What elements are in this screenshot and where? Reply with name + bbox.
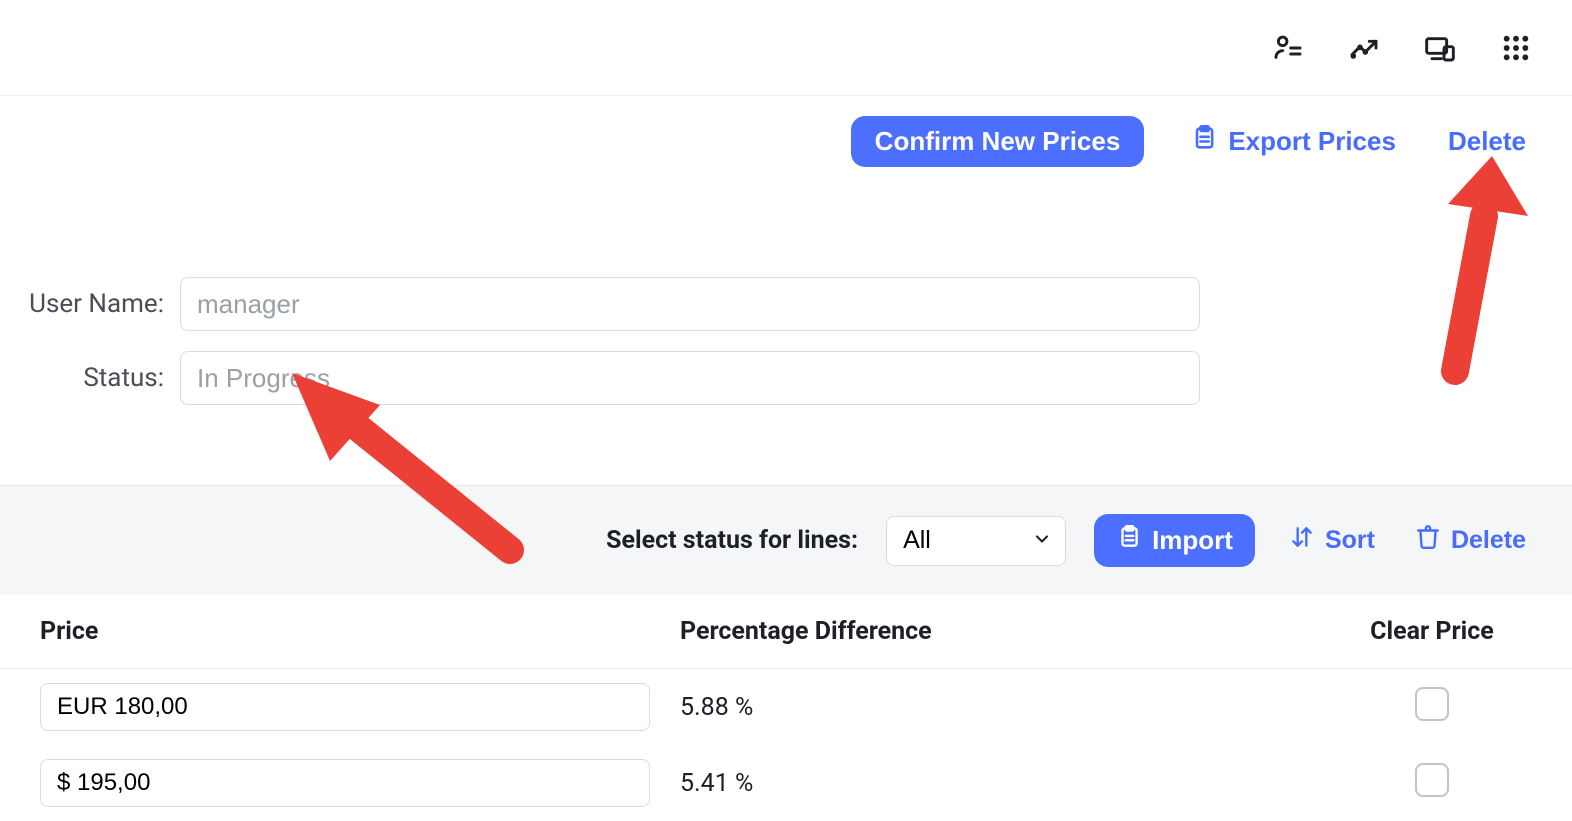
import-button[interactable]: Import (1094, 514, 1255, 567)
-bar: Confirm New Prices Export Prices Delete (0, 96, 1572, 167)
table-header: Price Percentage Difference Clear Price (0, 595, 1572, 669)
column-header-price: Price (40, 617, 680, 646)
delete-label: Delete (1448, 126, 1526, 157)
apps-grid-icon[interactable] (1500, 32, 1532, 64)
status-row: Status: (0, 351, 1532, 405)
clear-price-checkbox[interactable] (1415, 763, 1449, 797)
sort-button[interactable]: Sort (1283, 523, 1381, 558)
status-label: Status: (0, 363, 180, 393)
export-prices-label: Export Prices (1228, 126, 1396, 157)
confirm-new-prices-button[interactable]: Confirm New Prices (851, 116, 1145, 167)
column-header-clear: Clear Price (1332, 617, 1532, 646)
lines-filter-label: Select status for lines: (606, 526, 858, 555)
lines-delete-button[interactable]: Delete (1409, 523, 1532, 558)
percentage-diff-cell: 5.88 % (680, 693, 1332, 722)
clipboard-import-icon (1116, 524, 1142, 557)
sort-arrows-icon (1289, 524, 1315, 557)
export-prices-button[interactable]: Export Prices (1184, 123, 1402, 160)
form-area: User Name: Status: (0, 167, 1572, 485)
user-name-row: User Name: (0, 277, 1532, 331)
sort-label: Sort (1325, 526, 1375, 555)
clear-price-checkbox[interactable] (1415, 687, 1449, 721)
top-icon-bar (0, 0, 1572, 96)
status-select[interactable] (886, 516, 1066, 566)
table-row: 5.88 % (0, 669, 1572, 745)
price-input[interactable] (40, 683, 650, 731)
percentage-diff-cell: 5.41 % (680, 769, 1332, 798)
column-header-diff: Percentage Difference (680, 617, 1332, 646)
user-name-label: User Name: (0, 289, 180, 319)
status-select-wrap (886, 516, 1066, 566)
chart-up-icon[interactable] (1348, 32, 1380, 64)
table-row: 5.41 % (0, 745, 1572, 821)
clipboard-export-icon (1190, 124, 1218, 159)
import-label: Import (1152, 525, 1233, 556)
lines-delete-label: Delete (1451, 526, 1526, 555)
devices-icon[interactable] (1424, 32, 1456, 64)
lines-filter-bar: Select status for lines: Import Sort (0, 485, 1572, 595)
status-field[interactable] (180, 351, 1200, 405)
price-input[interactable] (40, 759, 650, 807)
user-name-field[interactable] (180, 277, 1200, 331)
user-list-icon[interactable] (1272, 32, 1304, 64)
trash-icon (1415, 524, 1441, 557)
delete-button[interactable]: Delete (1442, 125, 1532, 158)
